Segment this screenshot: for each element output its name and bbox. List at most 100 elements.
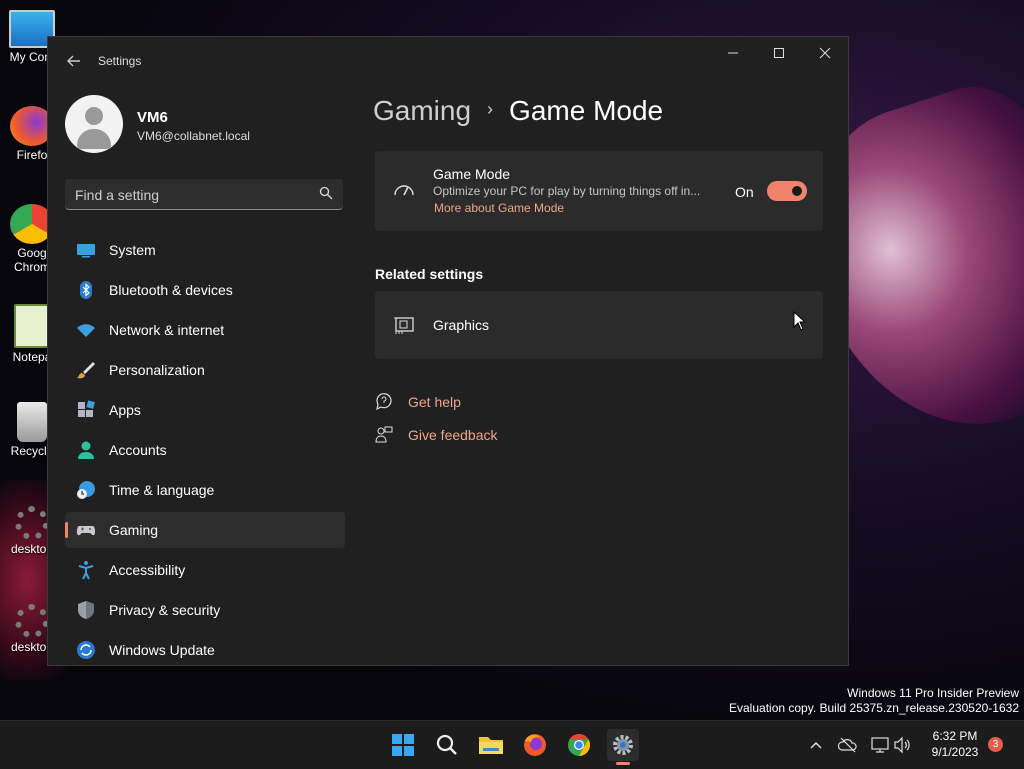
apps-icon [78, 400, 95, 417]
search-input[interactable]: Find a setting [65, 179, 343, 210]
user-name: VM6 [137, 109, 168, 126]
avatar[interactable] [65, 95, 123, 153]
onedrive-tray-icon[interactable] [837, 735, 858, 755]
sidebar-item-label: Accessibility [109, 562, 186, 578]
taskbar: 6:32 PM 9/1/2023 3 [0, 720, 1024, 769]
clock-time: 6:32 PM [932, 729, 978, 743]
get-help-label: Get help [408, 394, 461, 410]
network-icon [871, 737, 889, 753]
more-about-game-mode-link[interactable]: More about Game Mode [434, 201, 564, 215]
sidebar-item-label: Bluetooth & devices [109, 282, 233, 298]
taskbar-firefox[interactable] [519, 729, 551, 761]
brush-icon [77, 362, 95, 379]
search-icon [319, 186, 333, 200]
back-button[interactable] [64, 51, 84, 71]
sidebar-item-system[interactable]: System [65, 232, 345, 268]
gamepad-icon [76, 526, 96, 536]
graphics-label: Graphics [433, 317, 490, 333]
give-feedback-label: Give feedback [408, 427, 498, 443]
chevron-right-icon: › [487, 99, 494, 119]
taskbar-chrome[interactable] [563, 729, 595, 761]
onedrive-offline-icon [837, 737, 857, 753]
avatar-body [77, 129, 111, 149]
close-icon [819, 47, 831, 59]
sidebar-item-personalization[interactable]: Personalization [65, 352, 345, 388]
start-button[interactable] [387, 729, 419, 761]
update-icon [77, 641, 95, 659]
page-title: Game Mode [509, 95, 664, 126]
globe-clock-icon [77, 481, 95, 499]
maximize-button[interactable] [756, 37, 802, 71]
taskbar-file-explorer[interactable] [475, 729, 507, 761]
accounts-icon [78, 441, 94, 459]
minimize-button[interactable] [710, 37, 756, 71]
settings-window: Settings VM6 VM6@collabnet.local Find a … [47, 36, 849, 666]
clock[interactable]: 6:32 PM 9/1/2023 [920, 729, 990, 759]
minimize-icon [728, 52, 738, 54]
taskbar-settings[interactable] [607, 729, 639, 765]
game-mode-description: Optimize your PC for play by turning thi… [433, 184, 701, 198]
gear-icon [15, 604, 49, 638]
sidebar-item-gaming[interactable]: Gaming [65, 512, 345, 548]
game-mode-title: Game Mode [433, 166, 511, 182]
sidebar-item-label: Accounts [109, 442, 167, 458]
show-hidden-icons-button[interactable] [806, 735, 826, 755]
watermark-line2: Evaluation copy. Build 25375.zn_release.… [729, 701, 1019, 715]
wifi-icon [77, 324, 95, 337]
sidebar-item-privacy-security[interactable]: Privacy & security [65, 592, 345, 628]
start-icon [392, 734, 414, 756]
search-placeholder: Find a setting [75, 187, 160, 203]
user-email: VM6@collabnet.local [137, 129, 250, 143]
recycle-bin-icon [17, 402, 47, 442]
search-icon [436, 734, 457, 755]
sidebar-item-label: Time & language [109, 482, 215, 498]
system-icon [77, 244, 95, 258]
avatar-head [85, 107, 103, 125]
mouse-cursor-icon [793, 311, 805, 331]
notepad-icon [14, 304, 50, 348]
graphics-settings-card[interactable]: Graphics [375, 291, 823, 359]
toggle-state-label: On [735, 184, 754, 200]
chevron-up-icon [810, 741, 822, 749]
sidebar-item-accounts[interactable]: Accounts [65, 432, 345, 468]
sidebar-item-network[interactable]: Network & internet [65, 312, 345, 348]
sidebar-item-apps[interactable]: Apps [65, 392, 345, 428]
notification-badge[interactable]: 3 [988, 737, 1003, 752]
volume-icon [894, 736, 910, 754]
sidebar-item-label: Network & internet [109, 322, 225, 338]
network-tray-icon[interactable] [870, 735, 890, 755]
game-mode-card: Game Mode Optimize your PC for play by t… [375, 151, 823, 231]
back-arrow-icon [67, 55, 80, 67]
sidebar-item-bluetooth[interactable]: Bluetooth & devices [65, 272, 345, 308]
close-button[interactable] [802, 37, 848, 71]
accessibility-icon [78, 561, 94, 580]
maximize-icon [774, 48, 784, 58]
sidebar-item-label: Privacy & security [109, 602, 221, 618]
breadcrumb: Gaming › Game Mode [373, 95, 663, 127]
sidebar-item-time-language[interactable]: Time & language [65, 472, 345, 508]
feedback-icon [375, 426, 393, 443]
breadcrumb-parent[interactable]: Gaming [373, 95, 471, 126]
file-explorer-icon [479, 737, 503, 754]
shield-icon [78, 601, 94, 619]
sidebar-item-label: System [109, 242, 156, 258]
title-bar[interactable]: Settings [48, 37, 848, 85]
chrome-icon [568, 734, 590, 756]
gear-icon [15, 506, 49, 540]
taskbar-search-button[interactable] [431, 729, 463, 761]
sidebar-nav: System Bluetooth & devices Network & int… [65, 232, 345, 672]
clock-date: 9/1/2023 [931, 745, 979, 759]
window-title: Settings [98, 54, 142, 68]
firefox-icon [524, 734, 546, 756]
sidebar-item-windows-update[interactable]: Windows Update [65, 632, 345, 668]
bluetooth-icon [80, 281, 92, 299]
sidebar-item-label: Apps [109, 402, 141, 418]
sidebar-item-label: Personalization [109, 362, 205, 378]
related-settings-heading: Related settings [375, 266, 484, 282]
sidebar-item-accessibility[interactable]: Accessibility [65, 552, 345, 588]
volume-tray-icon[interactable] [892, 735, 912, 755]
help-icon [376, 393, 392, 411]
game-mode-toggle[interactable] [767, 181, 807, 201]
toggle-knob [792, 186, 802, 196]
graphics-card-icon [394, 317, 414, 334]
